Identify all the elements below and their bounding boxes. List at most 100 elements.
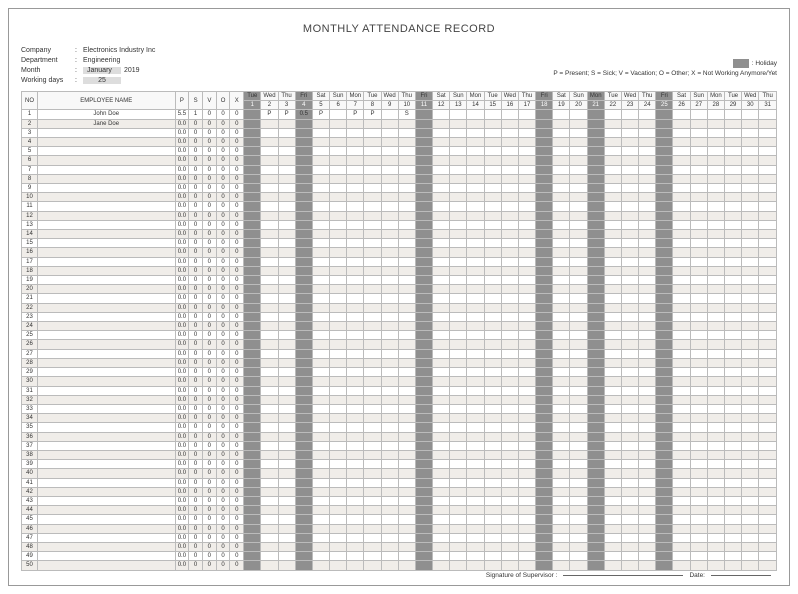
day-cell[interactable] xyxy=(587,552,604,561)
day-cell[interactable] xyxy=(433,138,450,147)
day-cell[interactable] xyxy=(604,285,621,294)
day-cell[interactable] xyxy=(587,128,604,137)
day-cell[interactable] xyxy=(415,368,432,377)
day-cell[interactable] xyxy=(587,496,604,505)
day-cell[interactable] xyxy=(759,460,777,469)
day-cell[interactable] xyxy=(707,294,724,303)
day-cell[interactable] xyxy=(330,450,347,459)
day-cell[interactable] xyxy=(518,294,535,303)
day-cell[interactable] xyxy=(553,147,570,156)
day-cell[interactable] xyxy=(330,441,347,450)
day-cell[interactable] xyxy=(553,138,570,147)
day-cell[interactable] xyxy=(501,349,518,358)
day-cell[interactable] xyxy=(742,211,759,220)
day-cell[interactable] xyxy=(433,358,450,367)
day-cell[interactable] xyxy=(604,220,621,229)
day-cell[interactable] xyxy=(381,377,398,386)
day-cell[interactable] xyxy=(467,469,484,478)
day-cell[interactable] xyxy=(347,174,364,183)
day-cell[interactable] xyxy=(450,552,467,561)
day-cell[interactable] xyxy=(467,165,484,174)
day-cell[interactable] xyxy=(621,423,638,432)
day-cell[interactable] xyxy=(690,138,707,147)
day-cell[interactable] xyxy=(536,211,553,220)
day-cell[interactable] xyxy=(570,202,587,211)
day-cell[interactable] xyxy=(467,552,484,561)
day-cell[interactable] xyxy=(295,312,312,321)
day-cell[interactable] xyxy=(484,174,501,183)
day-cell[interactable] xyxy=(673,496,690,505)
day-cell[interactable] xyxy=(330,561,347,570)
day-cell[interactable] xyxy=(690,404,707,413)
day-cell[interactable] xyxy=(587,220,604,229)
day-cell[interactable] xyxy=(433,478,450,487)
day-cell[interactable] xyxy=(639,450,656,459)
day-cell[interactable] xyxy=(553,414,570,423)
day-cell[interactable] xyxy=(604,423,621,432)
day-cell[interactable] xyxy=(570,110,587,119)
day-cell[interactable] xyxy=(604,257,621,266)
day-cell[interactable] xyxy=(656,156,673,165)
day-cell[interactable] xyxy=(587,202,604,211)
day-cell[interactable] xyxy=(690,220,707,229)
employee-name[interactable] xyxy=(38,423,175,432)
day-cell[interactable] xyxy=(295,432,312,441)
day-cell[interactable] xyxy=(295,533,312,542)
day-cell[interactable] xyxy=(587,119,604,128)
day-cell[interactable] xyxy=(604,340,621,349)
day-cell[interactable] xyxy=(501,230,518,239)
day-cell[interactable] xyxy=(536,515,553,524)
day-cell[interactable] xyxy=(364,193,381,202)
day-cell[interactable] xyxy=(261,340,278,349)
day-cell[interactable] xyxy=(415,211,432,220)
day-cell[interactable] xyxy=(347,128,364,137)
day-cell[interactable] xyxy=(312,487,329,496)
day-cell[interactable] xyxy=(312,119,329,128)
day-cell[interactable] xyxy=(656,294,673,303)
day-cell[interactable] xyxy=(536,257,553,266)
day-cell[interactable] xyxy=(639,414,656,423)
day-cell[interactable] xyxy=(415,340,432,349)
day-cell[interactable] xyxy=(570,340,587,349)
day-cell[interactable] xyxy=(536,138,553,147)
day-cell[interactable] xyxy=(690,156,707,165)
day-cell[interactable] xyxy=(621,248,638,257)
day-cell[interactable] xyxy=(295,230,312,239)
day-cell[interactable] xyxy=(415,119,432,128)
day-cell[interactable] xyxy=(536,561,553,570)
day-cell[interactable] xyxy=(295,156,312,165)
day-cell[interactable] xyxy=(690,478,707,487)
day-cell[interactable] xyxy=(690,184,707,193)
day-cell[interactable] xyxy=(415,450,432,459)
day-cell[interactable] xyxy=(501,340,518,349)
employee-name[interactable] xyxy=(38,515,175,524)
day-cell[interactable] xyxy=(587,561,604,570)
day-cell[interactable] xyxy=(690,257,707,266)
day-cell[interactable] xyxy=(759,156,777,165)
day-cell[interactable] xyxy=(467,460,484,469)
day-cell[interactable] xyxy=(364,469,381,478)
day-cell[interactable] xyxy=(330,312,347,321)
day-cell[interactable] xyxy=(621,322,638,331)
day-cell[interactable] xyxy=(639,266,656,275)
day-cell[interactable] xyxy=(656,386,673,395)
day-cell[interactable] xyxy=(656,276,673,285)
day-cell[interactable] xyxy=(501,184,518,193)
day-cell[interactable] xyxy=(724,294,741,303)
day-cell[interactable] xyxy=(587,506,604,515)
day-cell[interactable] xyxy=(621,469,638,478)
day-cell[interactable] xyxy=(690,423,707,432)
day-cell[interactable] xyxy=(707,349,724,358)
day-cell[interactable] xyxy=(433,266,450,275)
day-cell[interactable] xyxy=(621,174,638,183)
day-cell[interactable] xyxy=(501,542,518,551)
day-cell[interactable] xyxy=(244,184,261,193)
day-cell[interactable] xyxy=(295,414,312,423)
day-cell[interactable] xyxy=(312,349,329,358)
day-cell[interactable] xyxy=(501,193,518,202)
day-cell[interactable] xyxy=(553,128,570,137)
day-cell[interactable] xyxy=(484,202,501,211)
day-cell[interactable] xyxy=(553,220,570,229)
day-cell[interactable] xyxy=(724,552,741,561)
day-cell[interactable] xyxy=(656,533,673,542)
